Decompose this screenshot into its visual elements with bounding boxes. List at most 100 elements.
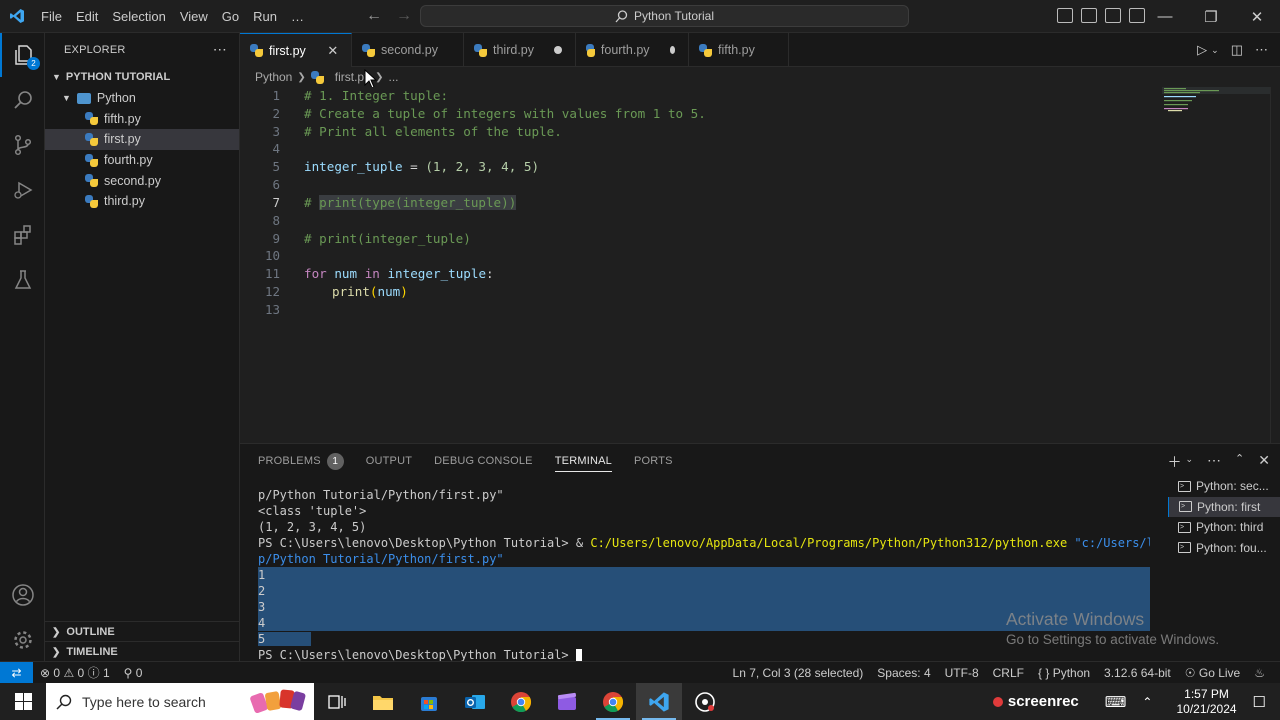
breadcrumb-more[interactable]: ... [388,70,398,84]
testing-icon[interactable] [0,258,45,302]
screenrec-indicator[interactable]: screenrec [992,693,1079,710]
terminal-item[interactable]: > Python: third [1168,517,1280,538]
back-arrow-icon[interactable]: ← [366,7,382,25]
code-text: # Print all elements of the tuple. [304,123,562,139]
breadcrumb-folder[interactable]: Python [255,70,292,84]
file-item-fifth[interactable]: fifth.py [45,109,239,130]
tab-label: second.py [381,43,438,57]
toggle-sidebar-icon[interactable] [1057,8,1073,23]
search-view-icon[interactable] [0,78,45,122]
encoding[interactable]: UTF-8 [938,666,986,680]
extensions-icon[interactable] [0,213,45,257]
forward-arrow-icon[interactable]: → [396,7,412,25]
menu-view[interactable]: View [173,9,215,24]
menu-go[interactable]: Go [215,9,246,24]
close-panel-icon[interactable]: ✕ [1258,452,1270,472]
run-dropdown-chevron-icon[interactable]: ⌄ [1211,45,1219,56]
tab-fourth[interactable]: fourth.py [576,33,689,67]
close-window-icon[interactable]: ✕ [1234,0,1280,33]
python-interpreter[interactable]: 3.12.6 64-bit [1097,666,1178,680]
workspace-header[interactable]: ▼ PYTHON TUTORIAL [45,66,239,88]
keyboard-icon[interactable]: ⌨ [1105,693,1127,711]
file-item-second[interactable]: second.py [45,170,239,191]
terminal-item[interactable]: > Python: first [1168,496,1280,517]
tab-second[interactable]: second.py [352,33,464,67]
maximize-panel-icon[interactable]: ⌃ [1235,452,1244,472]
menu-run[interactable]: Run [246,9,284,24]
more-actions-icon[interactable]: ⋯ [213,41,227,58]
menu-file[interactable]: File [34,9,69,24]
tab-ports[interactable]: PORTS [634,444,673,478]
cursor-position[interactable]: Ln 7, Col 3 (28 selected) [726,666,871,680]
terminal-dropdown-icon[interactable]: ⌄ [1186,454,1194,472]
file-item-third[interactable]: third.py [45,191,239,212]
code-editor[interactable]: 1 # 1. Integer tuple: 2 # Create a tuple… [240,87,1280,443]
chrome-profile-icon[interactable] [590,683,636,720]
chrome-icon[interactable] [498,683,544,720]
video-app-icon[interactable] [544,683,590,720]
go-live-button[interactable]: ☉ Go Live [1178,666,1247,680]
command-center-search[interactable]: Python Tutorial [420,5,909,27]
panel-more-icon[interactable]: ⋯ [1207,452,1221,472]
watermark-subtitle: Go to Settings to activate Windows. [1006,632,1220,647]
tab-first[interactable]: first.py ✕ [240,33,352,67]
screen-recorder-icon[interactable] [682,683,728,720]
menu-edit[interactable]: Edit [69,9,105,24]
timeline-section[interactable]: ❯ TIMELINE [45,641,240,662]
file-item-first[interactable]: first.py [45,129,239,150]
new-terminal-icon[interactable]: ＋ [1168,452,1182,472]
unsaved-dot-icon[interactable] [554,46,562,54]
terminal-line: p/Python Tutorial/Python/first.py" [258,488,504,502]
indentation[interactable]: Spaces: 4 [870,666,937,680]
file-explorer-icon[interactable] [360,683,406,720]
vscode-taskbar-icon[interactable] [636,683,682,720]
task-view-icon[interactable] [314,683,360,720]
menu-more[interactable]: … [284,9,311,24]
python-file-icon [586,43,595,57]
tray-chevron-up-icon[interactable]: ⌃ [1142,695,1152,709]
remote-indicator-icon[interactable]: ⇄ [0,661,33,684]
terminal-item[interactable]: > Python: fou... [1168,538,1280,559]
python-file-icon [85,132,98,146]
end-of-line[interactable]: CRLF [986,666,1031,680]
file-item-fourth[interactable]: fourth.py [45,150,239,171]
outlook-icon[interactable] [452,683,498,720]
terminal-icon: > [1179,501,1192,513]
accounts-icon[interactable] [0,573,45,617]
toggle-secondary-sidebar-icon[interactable] [1105,8,1121,23]
notifications-icon[interactable]: ☐ [1253,693,1266,711]
unsaved-dot-icon[interactable] [669,46,675,54]
taskbar-search-box[interactable]: Type here to search [46,683,314,720]
tab-debug-console[interactable]: DEBUG CONSOLE [434,444,533,478]
split-editor-icon[interactable]: ◫ [1231,42,1243,58]
settings-gear-icon[interactable] [0,618,45,662]
windows-start-icon[interactable] [0,683,46,720]
notifications-bell-icon[interactable]: ♨ [1247,666,1272,680]
toggle-panel-icon[interactable] [1081,8,1097,23]
microsoft-store-icon[interactable] [406,683,452,720]
close-icon[interactable]: ✕ [326,43,340,59]
menu-selection[interactable]: Selection [105,9,172,24]
language-mode[interactable]: { } Python [1031,666,1097,680]
explorer-icon[interactable]: 2 [0,33,45,77]
minimap[interactable] [1162,87,1270,117]
editor-more-icon[interactable]: ⋯ [1255,42,1268,58]
problems-status[interactable]: ⊗ 0 ⚠ 0 ⓘ 1 [33,664,117,681]
terminal-item[interactable]: > Python: sec... [1168,476,1280,497]
minimize-icon[interactable]: — [1142,0,1188,33]
tab-fifth[interactable]: fifth.py [689,33,789,67]
problems-count-badge: 1 [326,452,344,470]
tab-output[interactable]: OUTPUT [366,444,412,478]
outline-section[interactable]: ❯ OUTLINE [45,621,240,642]
tab-problems[interactable]: PROBLEMS 1 [258,444,344,478]
run-debug-icon[interactable] [0,168,45,212]
tab-third[interactable]: third.py [464,33,576,67]
source-control-icon[interactable] [0,123,45,167]
restore-icon[interactable]: ❐ [1188,0,1234,33]
tab-terminal[interactable]: TERMINAL [554,444,613,478]
editor-scrollbar[interactable] [1270,87,1280,443]
ports-status[interactable]: ⚲ 0 [117,666,150,680]
run-file-icon[interactable]: ▷ [1197,42,1207,58]
folder-python[interactable]: ▼ Python [45,88,239,109]
system-clock[interactable]: 1:57 PM 10/21/2024 [1166,687,1246,717]
